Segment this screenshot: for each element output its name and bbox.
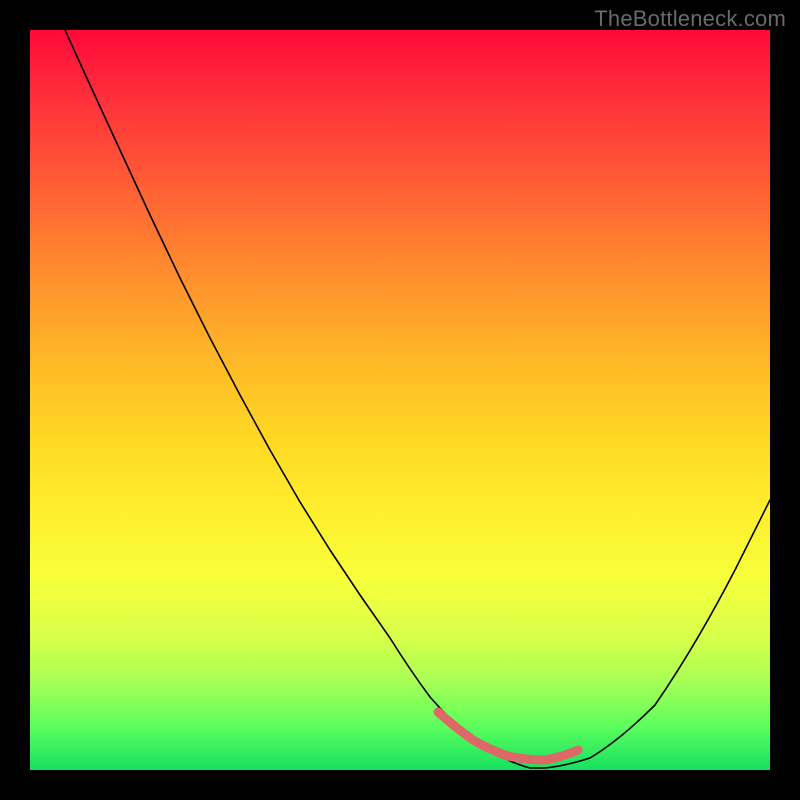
chart-stage: TheBottleneck.com (0, 0, 800, 800)
bottleneck-curve (65, 30, 770, 768)
plot-area (30, 30, 770, 770)
minima-highlight (438, 712, 578, 760)
attribution-label: TheBottleneck.com (594, 6, 786, 32)
curve-svg (30, 30, 770, 770)
